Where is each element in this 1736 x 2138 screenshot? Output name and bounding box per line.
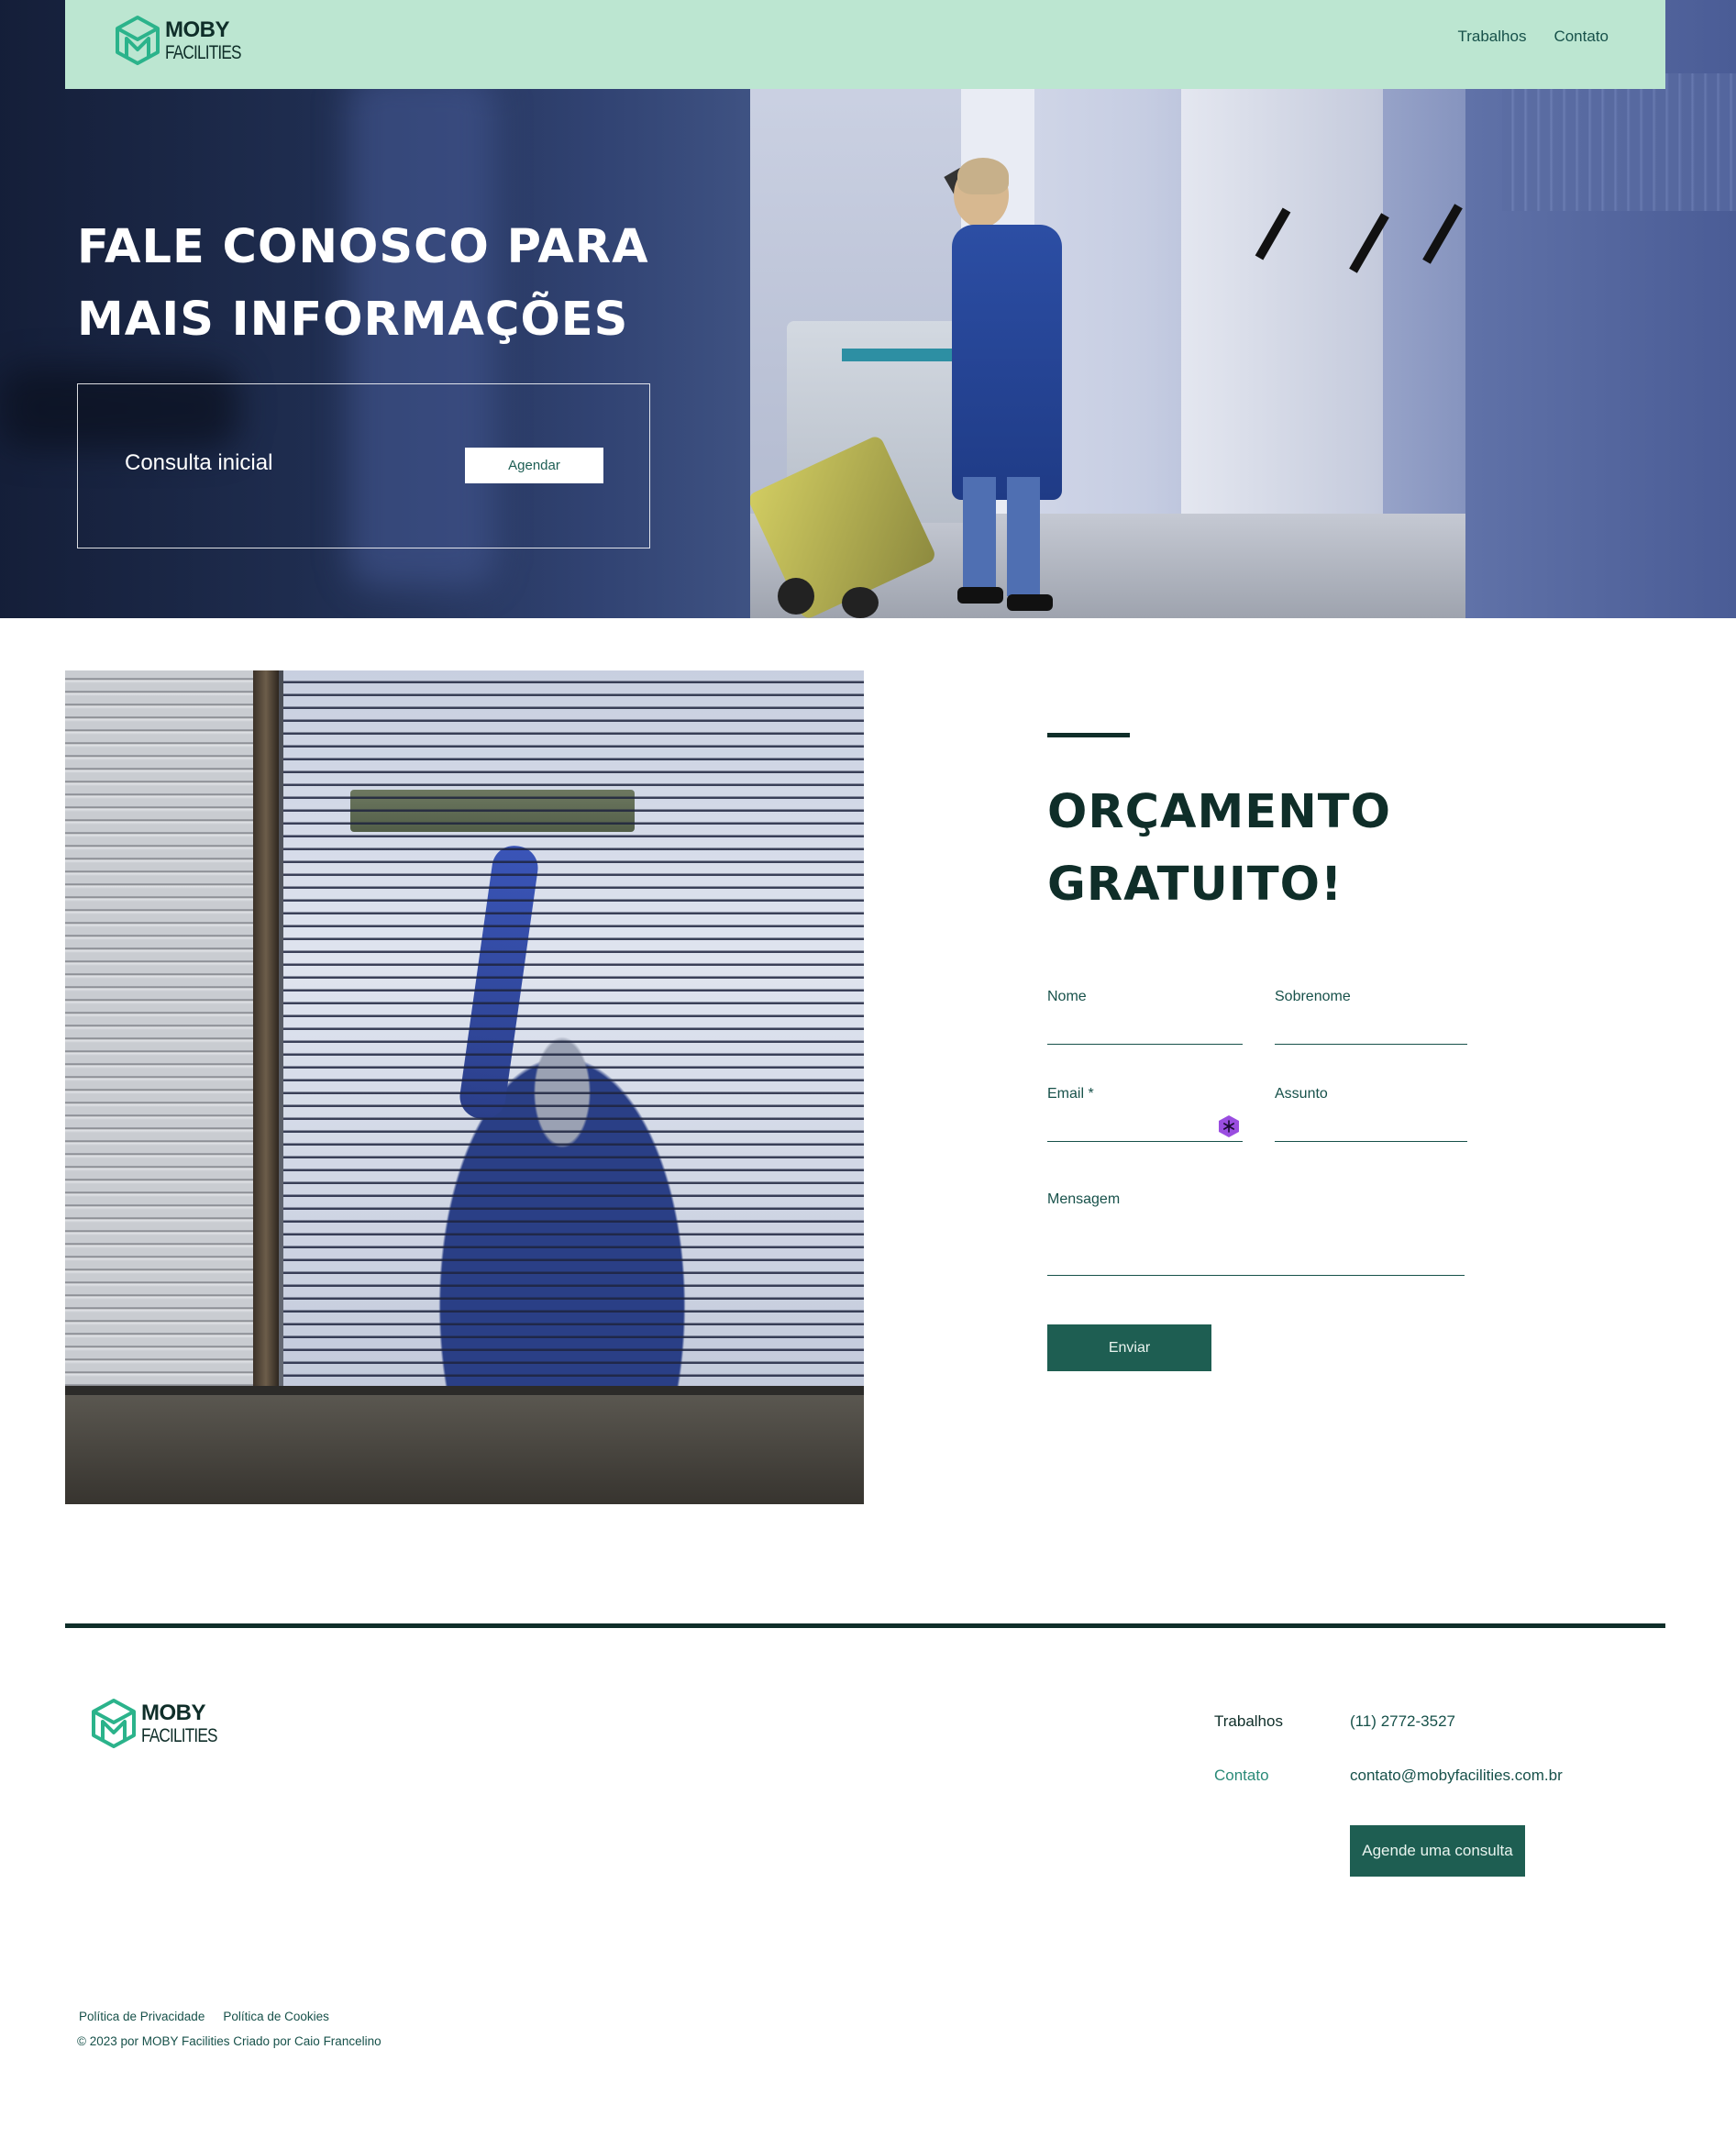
message-field[interactable]: Mensagem (1047, 1191, 1465, 1276)
cube-logo-icon (92, 1699, 136, 1748)
last-name-label: Sobrenome (1275, 989, 1351, 1004)
logo-wordmark: MOBY FACILITIES (141, 1700, 234, 1746)
footer-link-contato[interactable]: Contato (1214, 1767, 1269, 1785)
hero-section: FALE CONOSCO PARA MAIS INFORMAÇÕES Consu… (0, 0, 1736, 618)
first-name-underline (1047, 1044, 1243, 1045)
logo-word-facilities: FACILITIES (141, 1724, 218, 1746)
hero-cleaning-photo (750, 0, 1736, 618)
hero-title: FALE CONOSCO PARA MAIS INFORMAÇÕES (77, 211, 649, 356)
first-name-field[interactable]: Nome (1047, 989, 1243, 1045)
cookie-policy-link[interactable]: Política de Cookies (223, 2010, 329, 2023)
photo-floor (65, 1395, 864, 1504)
logo-wordmark: MOBY FACILITIES (165, 17, 258, 63)
schedule-button[interactable]: Agendar (465, 448, 603, 483)
last-name-underline (1275, 1044, 1467, 1045)
nav-item-contato[interactable]: Contato (1554, 28, 1609, 46)
submit-button[interactable]: Enviar (1047, 1324, 1211, 1371)
footer-email[interactable]: contato@mobyfacilities.com.br (1350, 1767, 1563, 1785)
last-name-field[interactable]: Sobrenome (1275, 989, 1467, 1045)
subject-input[interactable] (1275, 1116, 1467, 1140)
logo-word-moby: MOBY (141, 1700, 205, 1725)
first-name-label: Nome (1047, 989, 1087, 1004)
site-header: MOBY FACILITIES Trabalhos Contato (65, 0, 1665, 89)
logo-word-facilities: FACILITIES (165, 41, 242, 63)
footer-link-trabalhos[interactable]: Trabalhos (1214, 1712, 1283, 1731)
section-accent-line (1047, 733, 1130, 737)
message-input[interactable] (1047, 1250, 1465, 1274)
subject-underline (1275, 1141, 1467, 1142)
email-input[interactable] (1047, 1116, 1243, 1140)
message-label: Mensagem (1047, 1191, 1121, 1207)
subject-field[interactable]: Assunto (1275, 1086, 1467, 1142)
consult-label: Consulta inicial (125, 450, 273, 475)
hero-title-line-2: MAIS INFORMAÇÕES (77, 293, 629, 347)
cube-logo-icon (116, 16, 160, 65)
quote-title-line-1: ORÇAMENTO (1047, 785, 1391, 839)
footer-phone: (11) 2772-3527 (1350, 1712, 1455, 1730)
email-underline (1047, 1141, 1243, 1142)
header-logo[interactable]: MOBY FACILITIES (114, 15, 258, 66)
copyright-text: © 2023 por MOBY Facilities Criado por Ca… (77, 2034, 381, 2048)
first-name-input[interactable] (1047, 1019, 1243, 1043)
photo-window-frame (253, 670, 279, 1504)
privacy-policy-link[interactable]: Política de Privacidade (79, 2010, 205, 2023)
hero-title-line-1: FALE CONOSCO PARA (77, 220, 649, 274)
password-manager-icon[interactable] (1217, 1114, 1241, 1138)
email-field[interactable]: Email * (1047, 1086, 1243, 1142)
main-nav: Trabalhos Contato (1457, 28, 1609, 46)
subject-label: Assunto (1275, 1086, 1328, 1102)
footer-logo[interactable]: MOBY FACILITIES (90, 1698, 234, 1749)
nav-item-trabalhos[interactable]: Trabalhos (1457, 28, 1526, 46)
message-underline (1047, 1275, 1465, 1276)
footer-divider (65, 1623, 1665, 1628)
consult-box: Consulta inicial Agendar (77, 383, 650, 548)
book-consultation-button[interactable]: Agende uma consulta (1350, 1825, 1525, 1877)
legal-links: Política de Privacidade Política de Cook… (79, 2010, 329, 2023)
last-name-input[interactable] (1275, 1019, 1467, 1043)
logo-word-moby: MOBY (165, 17, 229, 42)
photo-blinds (65, 670, 260, 1395)
quote-title: ORÇAMENTO GRATUITO! (1047, 776, 1391, 921)
window-cleaning-photo (65, 670, 864, 1504)
quote-title-line-2: GRATUITO! (1047, 858, 1343, 912)
email-label: Email * (1047, 1086, 1094, 1102)
photo-glass-blinds (283, 670, 864, 1395)
